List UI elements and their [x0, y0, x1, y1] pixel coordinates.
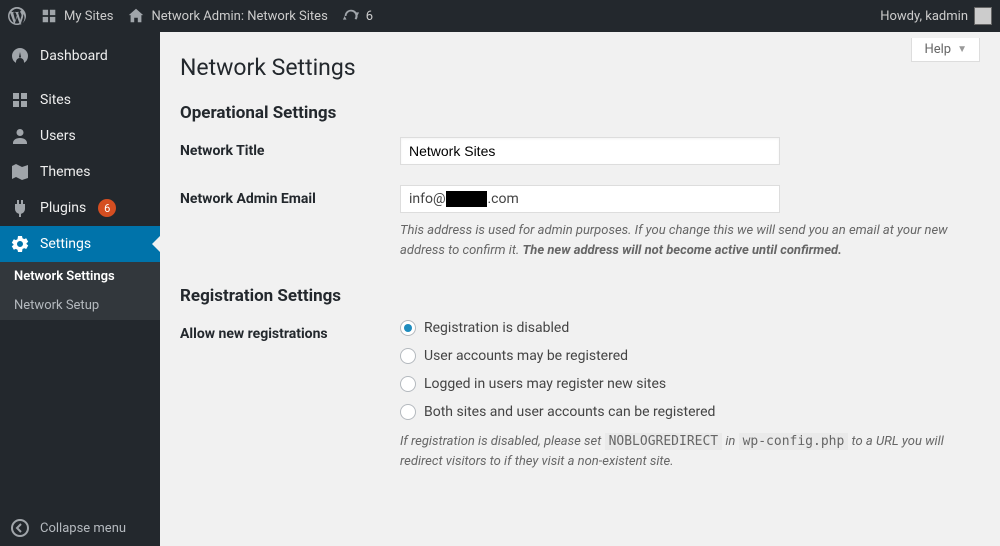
dashboard-label: Dashboard — [40, 48, 108, 64]
allow-reg-label: Allow new registrations — [180, 320, 400, 471]
network-title-input[interactable] — [400, 137, 780, 165]
help-tab[interactable]: Help ▼ — [911, 38, 980, 62]
radio-reg-both[interactable] — [400, 404, 416, 420]
my-sites-link[interactable]: My Sites — [40, 7, 113, 25]
reg-description: If registration is disabled, please set … — [400, 432, 960, 471]
radio-reg-users-label: User accounts may be registered — [424, 348, 628, 364]
submenu-network-setup[interactable]: Network Setup — [0, 291, 160, 320]
section-registration: Registration Settings — [180, 280, 980, 320]
admin-email-label: Network Admin Email — [180, 185, 400, 260]
radio-reg-disabled[interactable] — [400, 320, 416, 336]
updates-count: 6 — [366, 9, 373, 24]
sites-icon — [10, 90, 30, 110]
updates-link[interactable]: 6 — [342, 7, 373, 25]
plugins-icon — [10, 198, 30, 218]
network-admin-label: Network Admin: Network Sites — [151, 9, 327, 24]
sidebar-item-plugins[interactable]: Plugins 6 — [0, 190, 160, 226]
radio-reg-users[interactable] — [400, 348, 416, 364]
sites-icon — [40, 7, 58, 25]
submenu-network-settings[interactable]: Network Settings — [0, 262, 160, 291]
settings-icon — [10, 234, 30, 254]
chevron-down-icon: ▼ — [957, 44, 967, 55]
admin-email-input[interactable]: info@xx.com — [400, 185, 780, 213]
sites-label: Sites — [40, 92, 71, 108]
redacted-domain: xx — [446, 191, 488, 207]
radio-reg-sites-label: Logged in users may register new sites — [424, 376, 666, 392]
network-title-label: Network Title — [180, 137, 400, 165]
collapse-icon — [10, 518, 30, 538]
avatar — [974, 7, 992, 25]
sidebar-item-dashboard[interactable]: Dashboard — [0, 38, 160, 74]
radio-reg-sites[interactable] — [400, 376, 416, 392]
network-admin-link[interactable]: Network Admin: Network Sites — [127, 7, 327, 25]
radio-reg-both-label: Both sites and user accounts can be regi… — [424, 404, 715, 420]
collapse-label: Collapse menu — [40, 521, 126, 536]
content-area: Help ▼ Network Settings Operational Sett… — [160, 32, 1000, 546]
collapse-menu[interactable]: Collapse menu — [0, 510, 160, 546]
plugins-label: Plugins — [40, 200, 86, 216]
users-label: Users — [40, 128, 76, 144]
users-icon — [10, 126, 30, 146]
dashboard-icon — [10, 46, 30, 66]
themes-label: Themes — [40, 164, 90, 180]
help-label: Help — [924, 42, 951, 57]
page-title: Network Settings — [180, 44, 980, 97]
settings-submenu: Network Settings Network Setup — [0, 262, 160, 320]
sidebar-item-users[interactable]: Users — [0, 118, 160, 154]
howdy-label: Howdy, kadmin — [880, 9, 968, 24]
wordpress-icon — [8, 7, 26, 25]
section-operational: Operational Settings — [180, 97, 980, 137]
home-icon — [127, 7, 145, 25]
themes-icon — [10, 162, 30, 182]
admin-sidebar: Dashboard Sites Users Themes Plugins 6 S… — [0, 32, 160, 546]
radio-reg-disabled-label: Registration is disabled — [424, 320, 569, 336]
my-sites-label: My Sites — [64, 9, 113, 24]
update-icon — [342, 7, 360, 25]
admin-bar: My Sites Network Admin: Network Sites 6 … — [0, 0, 1000, 32]
settings-label: Settings — [40, 236, 91, 252]
sidebar-item-themes[interactable]: Themes — [0, 154, 160, 190]
admin-email-description: This address is used for admin purposes.… — [400, 221, 960, 260]
plugins-badge: 6 — [98, 199, 116, 217]
howdy-link[interactable]: Howdy, kadmin — [880, 7, 992, 25]
sidebar-item-sites[interactable]: Sites — [0, 82, 160, 118]
sidebar-item-settings[interactable]: Settings — [0, 226, 160, 262]
wp-logo[interactable] — [8, 7, 26, 25]
